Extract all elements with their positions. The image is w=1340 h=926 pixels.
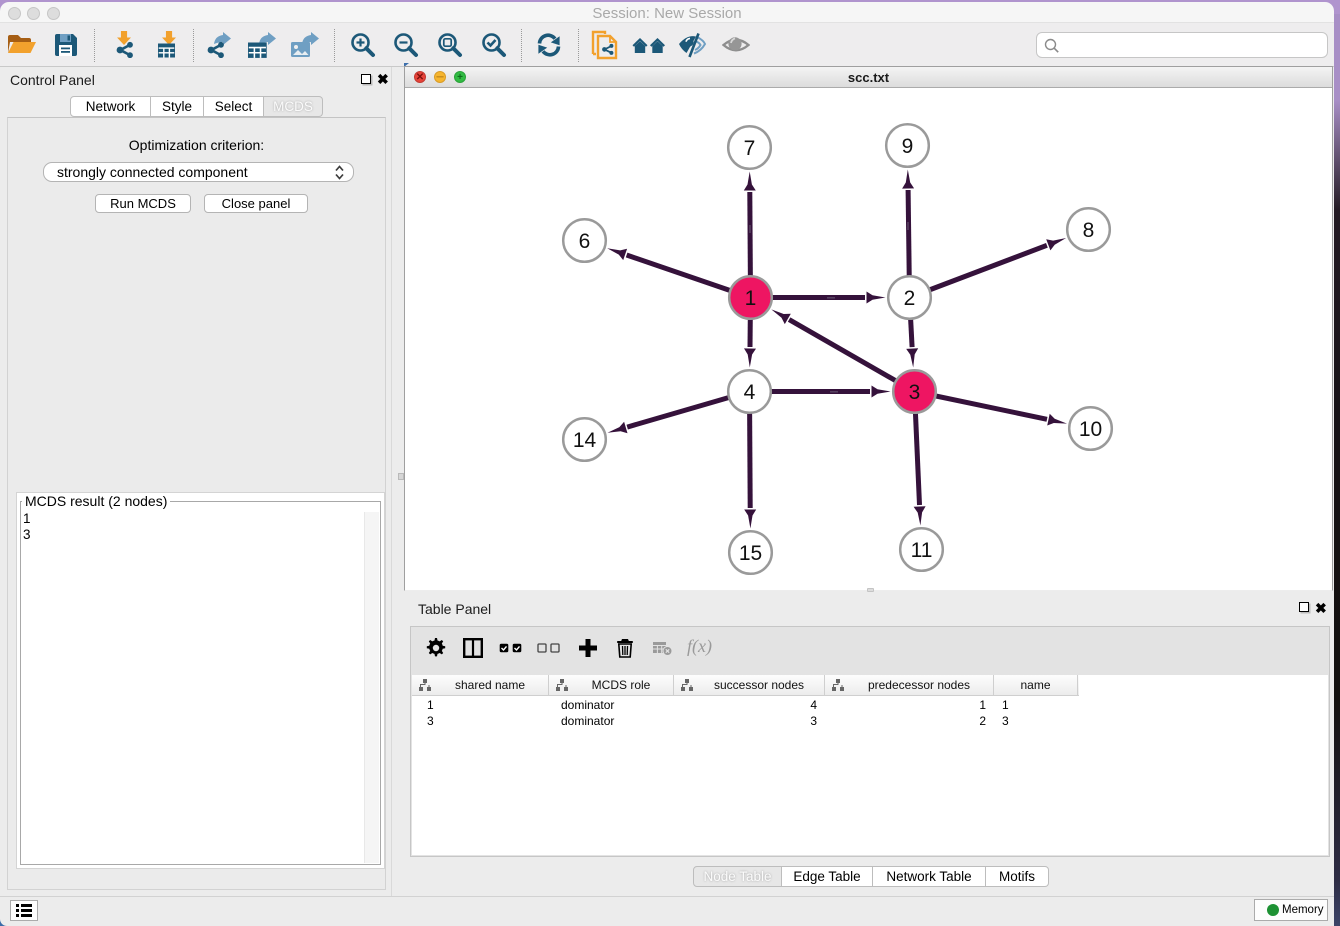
svg-text:15: 15 <box>739 542 762 565</box>
svg-text:11: 11 <box>911 539 933 562</box>
svg-text:9: 9 <box>902 135 914 158</box>
svg-text:10: 10 <box>1079 418 1102 441</box>
svg-text:2: 2 <box>904 287 916 310</box>
svg-text:4: 4 <box>744 381 756 404</box>
svg-text:14: 14 <box>573 429 597 452</box>
svg-text:6: 6 <box>579 230 591 253</box>
svg-text:3: 3 <box>909 381 921 404</box>
svg-text:7: 7 <box>744 137 756 160</box>
svg-text:8: 8 <box>1083 219 1095 242</box>
svg-text:1: 1 <box>745 287 757 310</box>
